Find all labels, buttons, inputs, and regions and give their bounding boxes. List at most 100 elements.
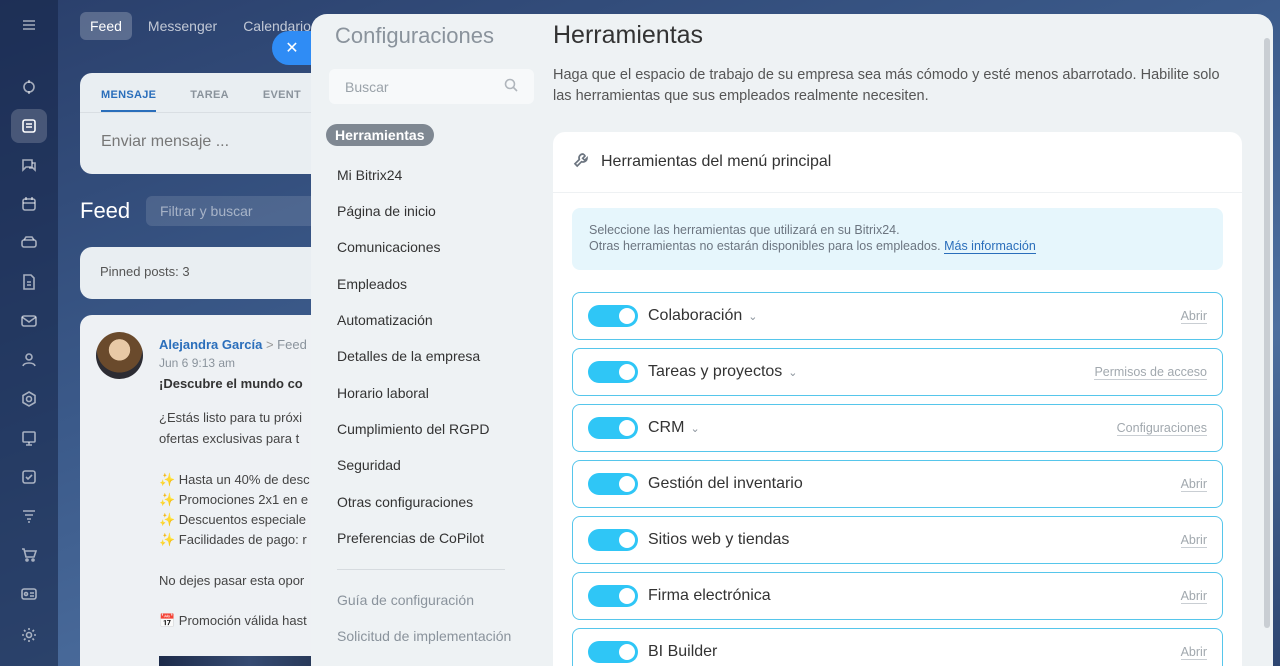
menu-item-communications[interactable]: Comunicaciones (337, 239, 441, 255)
post-line: ofertas exclusivas para t (159, 431, 300, 446)
settings-title: Configuraciones (335, 23, 494, 48)
toggle-switch[interactable] (588, 417, 638, 439)
mail-icon[interactable] (11, 304, 47, 338)
close-panel-button[interactable]: ✕ (272, 31, 312, 65)
menu-item-gdpr[interactable]: Cumplimiento del RGPD (337, 421, 490, 437)
tool-row-crm: CRM ⌄ Configuraciones (572, 404, 1223, 452)
post-author-name[interactable]: Alejandra García (159, 337, 262, 352)
hub-icon[interactable] (11, 382, 47, 416)
toggle-switch[interactable] (588, 529, 638, 551)
settings-icon[interactable] (11, 618, 47, 652)
toggle-switch[interactable] (588, 473, 638, 495)
toggle-switch[interactable] (588, 585, 638, 607)
tool-name: CRM (648, 419, 685, 436)
tool-row-esignature: Firma electrónica Abrir (572, 572, 1223, 620)
menu-item-my-bitrix24[interactable]: Mi Bitrix24 (337, 167, 402, 183)
tool-row-collaboration: Colaboración ⌄ Abrir (572, 292, 1223, 340)
toggle-switch[interactable] (588, 361, 638, 383)
avatar[interactable] (96, 332, 143, 379)
menu-item-other-settings[interactable]: Otras configuraciones (337, 494, 473, 510)
collab-icon[interactable] (11, 70, 47, 104)
feed-icon[interactable] (11, 109, 47, 143)
menu-item-copilot[interactable]: Preferencias de CoPilot (337, 530, 484, 546)
tasks-icon[interactable] (11, 460, 47, 494)
tool-row-bi-builder: BI Builder Abrir (572, 628, 1223, 666)
tool-name: Gestión del inventario (648, 475, 803, 492)
composer-tab-message[interactable]: MENSAJE (101, 89, 157, 112)
tool-action-link[interactable]: Abrir (1180, 309, 1207, 324)
calendar-icon[interactable] (11, 187, 47, 221)
contacts-icon[interactable] (11, 343, 47, 377)
post-date: Jun 6 9:13 am (159, 356, 236, 370)
board-icon[interactable] (11, 421, 47, 455)
post-line: No dejes pasar esta opor (159, 573, 305, 588)
panel-scrollbar[interactable] (1264, 38, 1270, 628)
composer-tab-task[interactable]: TAREA (190, 89, 229, 112)
settings-search-input[interactable]: Buscar (329, 69, 534, 104)
post-line: 📅 Promoción válida hast (159, 613, 307, 628)
post-composer: MENSAJE TAREA EVENT Enviar mensaje ... (80, 73, 340, 174)
docs-icon[interactable] (11, 265, 47, 299)
search-placeholder: Buscar (345, 79, 389, 95)
post-line: ✨ Descuentos especiale (159, 512, 306, 527)
pinned-posts[interactable]: Pinned posts: 3 (80, 247, 340, 299)
tool-action-link[interactable]: Configuraciones (1116, 421, 1207, 436)
tool-action-link[interactable]: Abrir (1180, 533, 1207, 548)
tool-action-link[interactable]: Abrir (1180, 477, 1207, 492)
menu-item-implementation-request[interactable]: Solicitud de implementación (337, 628, 511, 644)
post-line: ✨ Facilidades de pago: r (159, 532, 307, 547)
chat-icon[interactable] (11, 148, 47, 182)
settings-panel: Configuraciones Buscar Herramientas Mi B… (311, 14, 1273, 666)
chevron-down-icon[interactable]: ⌄ (788, 366, 797, 379)
info-box: Seleccione las herramientas que utilizar… (572, 208, 1223, 270)
menu-item-home-page[interactable]: Página de inicio (337, 203, 436, 219)
tool-row-tasks-projects: Tareas y proyectos ⌄ Permisos de acceso (572, 348, 1223, 396)
chevron-down-icon[interactable]: ⌄ (748, 310, 757, 323)
menu-item-automation[interactable]: Automatización (337, 312, 433, 328)
composer-tabs: MENSAJE TAREA EVENT (80, 73, 340, 113)
card-title: Herramientas del menú principal (601, 153, 832, 170)
info-text-2-wrap: Otras herramientas no estarán disponible… (589, 238, 1206, 254)
menu-icon[interactable] (11, 8, 47, 42)
page-description: Haga que el espacio de trabajo de su emp… (553, 67, 1220, 104)
tools-card: Herramientas del menú principal Seleccio… (553, 132, 1242, 666)
toggle-switch[interactable] (588, 305, 638, 327)
card-header: Herramientas del menú principal (553, 132, 1242, 193)
wrench-icon (573, 152, 589, 173)
cart-icon[interactable] (11, 538, 47, 572)
tool-action-link[interactable]: Permisos de acceso (1094, 365, 1207, 380)
feed-filter-input[interactable]: Filtrar y buscar (146, 196, 336, 226)
toggle-switch[interactable] (588, 641, 638, 663)
post-headline: ¡Descubre el mundo co (159, 376, 303, 391)
tool-name: Colaboración (648, 307, 743, 324)
tool-name: Firma electrónica (648, 587, 771, 604)
tool-action-link[interactable]: Abrir (1180, 589, 1207, 604)
chevron-down-icon[interactable]: ⌄ (690, 422, 699, 435)
more-info-link[interactable]: Más información (944, 239, 1036, 254)
message-input[interactable]: Enviar mensaje ... (80, 113, 340, 171)
feed-post: Alejandra García > Feed Jun 6 9:13 am ¡D… (80, 315, 340, 666)
drive-icon[interactable] (11, 226, 47, 260)
filter-icon[interactable] (11, 499, 47, 533)
menu-item-employees[interactable]: Empleados (337, 276, 407, 292)
search-icon (504, 78, 518, 95)
menu-item-company-details[interactable]: Detalles de la empresa (337, 348, 480, 364)
info-text-1: Seleccione las herramientas que utilizar… (589, 223, 900, 237)
page-title: Herramientas (553, 21, 704, 49)
tool-action-link[interactable]: Abrir (1180, 645, 1207, 660)
menu-item-work-schedule[interactable]: Horario laboral (337, 385, 429, 401)
composer-tab-event[interactable]: EVENT (263, 89, 301, 112)
menu-item-tools[interactable]: Herramientas (326, 124, 434, 146)
tool-name: Sitios web y tiendas (648, 531, 790, 548)
post-arrow: > (265, 337, 274, 352)
post-author[interactable]: Alejandra García > Feed (159, 337, 307, 352)
post-line: ¿Estás listo para tu próxi (159, 410, 303, 425)
info-text-2: Otras herramientas no estarán disponible… (589, 239, 941, 253)
post-line: ✨ Promociones 2x1 en e (159, 492, 309, 507)
tool-name: Tareas y proyectos (648, 363, 783, 380)
menu-item-setup-guide[interactable]: Guía de configuración (337, 592, 474, 608)
tab-messenger[interactable]: Messenger (138, 12, 227, 40)
id-card-icon[interactable] (11, 577, 47, 611)
tab-feed[interactable]: Feed (80, 12, 132, 40)
menu-item-security[interactable]: Seguridad (337, 457, 401, 473)
